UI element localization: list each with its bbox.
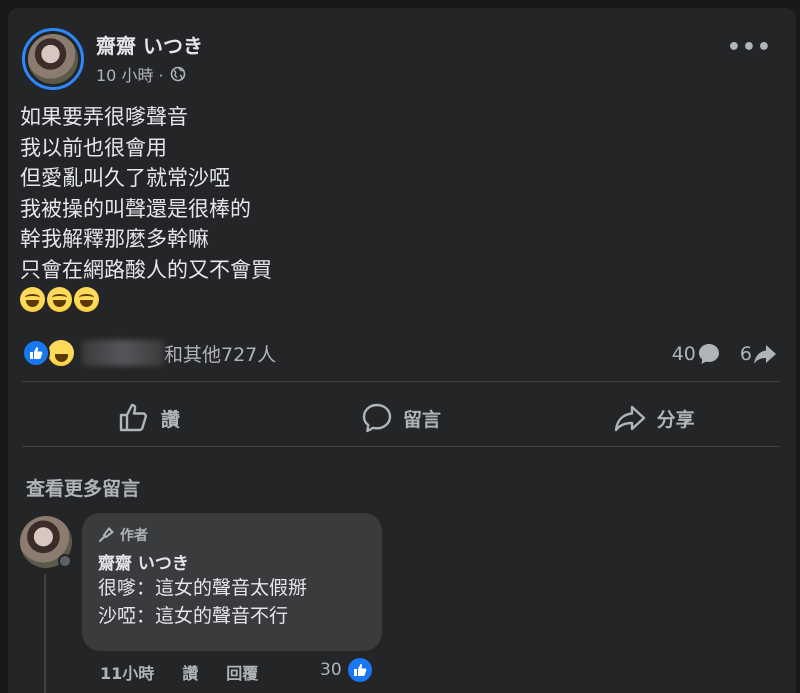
comment-count[interactable]: 40 <box>672 343 696 365</box>
comment-icon <box>362 403 392 433</box>
post-line: 我被操的叫聲還是很棒的 <box>20 196 251 221</box>
comment-button[interactable]: 留言 <box>275 386 528 450</box>
view-more-comments-link[interactable]: 查看更多留言 <box>26 474 140 501</box>
comment-like-number: 30 <box>320 660 342 680</box>
commenter-name[interactable]: 齋齋 いつき <box>98 549 366 574</box>
share-count[interactable]: 6 <box>740 343 752 365</box>
engagement-counts: 40 6 <box>672 341 778 367</box>
laughing-emoji-icon <box>74 287 99 312</box>
like-button[interactable]: 讚 <box>22 386 275 450</box>
avatar-image <box>28 34 78 84</box>
share-icon <box>614 405 645 432</box>
comment-time[interactable]: 11小時 <box>100 660 154 684</box>
post-time[interactable]: 10 小時 · <box>96 62 164 86</box>
share-button[interactable]: 分享 <box>527 386 780 450</box>
reaction-summary[interactable]: 和其他727人 <box>22 338 276 368</box>
post-actions: 讚 留言 分享 <box>22 386 780 450</box>
status-dot-icon <box>58 554 72 568</box>
post-line: 我以前也很會用 <box>20 135 167 160</box>
divider <box>22 381 780 382</box>
post-line: 幹我解釋那麼多幹嘛 <box>20 227 209 251</box>
haha-reaction-icon <box>46 338 76 368</box>
author-badge: 作者 <box>98 525 366 545</box>
globe-icon <box>170 66 185 82</box>
laughing-emoji-icon <box>20 287 45 312</box>
like-reaction-icon <box>22 339 50 367</box>
thread-line <box>44 574 46 693</box>
author-badge-label: 作者 <box>120 528 148 544</box>
share-label: 分享 <box>656 408 695 431</box>
post-line: 只會在網路酸人的又不會買 <box>20 257 272 282</box>
reaction-others-text: 和其他727人 <box>164 343 277 366</box>
more-options-icon[interactable]: ••• <box>727 37 772 59</box>
post-line: 如果要弄很嗲聲音 <box>20 105 188 129</box>
post-card: 齋齋 いつき 10 小時 · ••• 如果要弄很嗲聲音 我以前也很會用 但愛亂叫… <box>8 8 796 693</box>
share-arrow-icon <box>754 345 776 364</box>
comment-like-button[interactable]: 讚 <box>182 660 198 684</box>
comment-line: 很嗲：這女的聲音太假掰 <box>98 577 308 599</box>
emoji-row <box>20 287 272 312</box>
blurred-name <box>82 340 164 366</box>
thumbs-up-icon <box>119 403 147 432</box>
post-line: 但愛亂叫久了就常沙啞 <box>20 166 230 190</box>
laughing-emoji-icon <box>47 287 72 312</box>
microphone-icon <box>99 527 114 542</box>
comment-bubble-icon <box>698 344 719 364</box>
comment-label: 留言 <box>403 408 442 431</box>
divider <box>22 446 780 447</box>
comment-like-count[interactable]: 30 <box>320 656 374 684</box>
comment-bubble: 作者 齋齋 いつき 很嗲：這女的聲音太假掰 沙啞：這女的聲音不行 <box>82 513 382 651</box>
post-meta: 10 小時 · <box>96 62 186 86</box>
author-avatar[interactable] <box>22 28 84 90</box>
comment-actions: 11小時 讚 回覆 <box>100 660 286 684</box>
comment-reply-button[interactable]: 回覆 <box>226 660 258 684</box>
like-reaction-icon <box>345 656 374 684</box>
like-label: 讚 <box>160 408 180 431</box>
post-body: 如果要弄很嗲聲音 我以前也很會用 但愛亂叫久了就常沙啞 我被操的叫聲還是很棒的 … <box>20 102 272 312</box>
post-author-name[interactable]: 齋齋 いつき <box>96 30 203 59</box>
comment-line: 沙啞：這女的聲音不行 <box>98 605 289 627</box>
